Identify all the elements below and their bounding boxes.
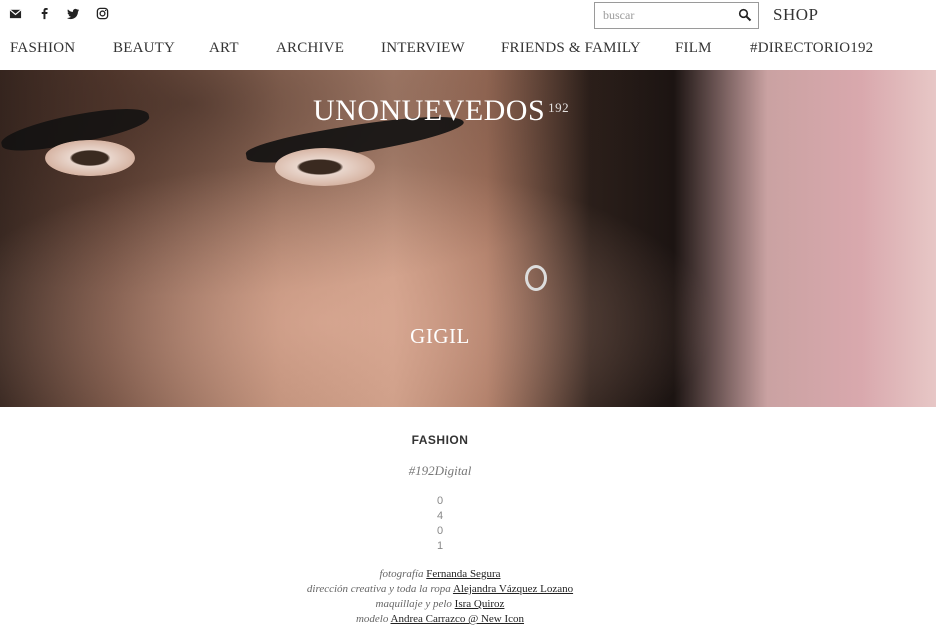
article-title: GIGIL xyxy=(410,324,470,348)
counter-digit: 1 xyxy=(436,540,444,552)
nav-item-art[interactable]: ART xyxy=(209,40,239,57)
article-credits: fotografía Fernanda Segura dirección cre… xyxy=(0,567,880,627)
facebook-icon[interactable] xyxy=(38,7,51,20)
hero-photo-detail xyxy=(275,148,375,186)
nav-item-film[interactable]: FILM xyxy=(675,40,712,57)
credit-name-link[interactable]: Isra Quiroz xyxy=(455,598,505,610)
top-bar: SHOP xyxy=(0,0,936,32)
instagram-icon[interactable] xyxy=(96,7,109,20)
credit-line: modelo Andrea Carrazco @ New Icon xyxy=(0,612,880,627)
mail-icon[interactable] xyxy=(9,7,22,20)
shop-link[interactable]: SHOP xyxy=(773,5,818,25)
logo-text: UNONUEVEDOS xyxy=(313,94,546,127)
search-box xyxy=(594,2,759,29)
credit-role: maquillaje y pelo xyxy=(375,598,452,610)
credit-name-link[interactable]: Andrea Carrazco @ New Icon xyxy=(391,613,525,625)
credit-role: dirección creativa y toda la ropa xyxy=(306,583,451,595)
logo-superscript: 192 xyxy=(548,100,570,115)
nav-item-interview[interactable]: INTERVIEW xyxy=(381,40,465,57)
twitter-icon[interactable] xyxy=(67,7,80,20)
main-nav: FASHION BEAUTY ART ARCHIVE INTERVIEW FRI… xyxy=(0,40,936,64)
nav-item-directorio[interactable]: #DIRECTORIO192 xyxy=(750,40,873,57)
hero-photo-detail xyxy=(45,140,135,176)
search-icon[interactable] xyxy=(738,8,752,22)
nav-item-fashion[interactable]: FASHION xyxy=(10,40,75,57)
credit-line: fotografía Fernanda Segura xyxy=(0,567,880,582)
site-logo[interactable]: UNONUEVEDOS 192 xyxy=(313,94,569,128)
article-category[interactable]: FASHION xyxy=(0,433,880,447)
counter-digit: 0 xyxy=(436,495,444,507)
nav-item-friends-family[interactable]: FRIENDS & FAMILY xyxy=(501,40,641,57)
credit-role: modelo xyxy=(355,613,389,625)
view-counter: 0 4 0 1 xyxy=(0,494,880,554)
social-links xyxy=(9,7,109,20)
nav-item-archive[interactable]: ARCHIVE xyxy=(276,40,344,57)
hero-image[interactable]: UNONUEVEDOS 192 GIGIL xyxy=(0,70,936,407)
credit-line: maquillaje y pelo Isra Quiroz xyxy=(0,597,880,612)
nav-item-beauty[interactable]: BEAUTY xyxy=(113,40,175,57)
hero-photo-detail xyxy=(525,265,547,291)
credit-line: dirección creativa y toda la ropa Alejan… xyxy=(0,582,880,597)
search-input[interactable] xyxy=(595,3,735,28)
counter-digit: 4 xyxy=(436,510,444,522)
credit-name-link[interactable]: Fernanda Segura xyxy=(426,568,500,580)
credit-name-link[interactable]: Alejandra Vázquez Lozano xyxy=(453,583,573,595)
counter-digit: 0 xyxy=(436,525,444,537)
article-tag[interactable]: #192Digital xyxy=(0,463,880,479)
credit-role: fotografía xyxy=(379,568,424,580)
